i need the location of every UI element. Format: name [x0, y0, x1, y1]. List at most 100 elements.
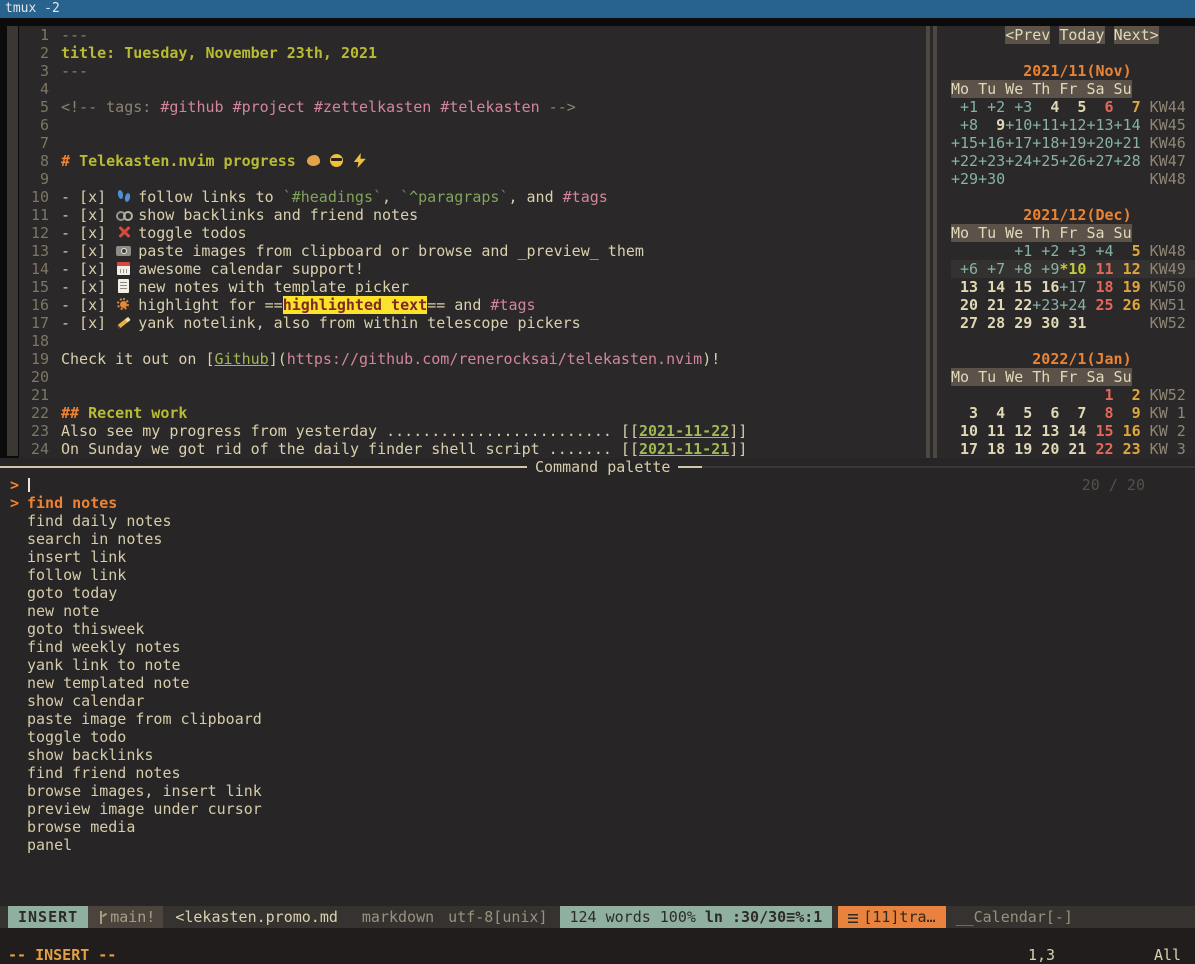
palette-item[interactable]: insert link — [0, 548, 1195, 566]
calendar-day[interactable]: 29 — [1005, 314, 1032, 332]
calendar-day[interactable]: +14 — [1114, 116, 1141, 134]
calendar-day[interactable]: +12 — [1059, 116, 1086, 134]
calendar-day[interactable]: +29 — [951, 170, 978, 188]
calendar-day[interactable]: +11 — [1032, 116, 1059, 134]
window-separator[interactable] — [926, 26, 930, 458]
calendar-day[interactable]: 31 — [1059, 314, 1086, 332]
calendar-day[interactable]: +2 — [1032, 242, 1059, 260]
calendar-day[interactable]: 5 — [1059, 98, 1086, 116]
calendar-day[interactable]: +4 — [1086, 242, 1113, 260]
calendar-today-button[interactable]: Today — [1059, 26, 1104, 44]
palette-item[interactable]: search in notes — [0, 530, 1195, 548]
palette-item[interactable]: preview image under cursor — [0, 800, 1195, 818]
scrollbar[interactable] — [7, 26, 18, 456]
calendar-day[interactable]: +21 — [1114, 134, 1141, 152]
calendar-day[interactable]: 16 — [1114, 422, 1141, 440]
calendar-day[interactable]: 27 — [951, 314, 978, 332]
palette-item[interactable]: new templated note — [0, 674, 1195, 692]
palette-item[interactable]: show backlinks — [0, 746, 1195, 764]
calendar-day[interactable]: +28 — [1114, 152, 1141, 170]
palette-item[interactable]: goto today — [0, 584, 1195, 602]
calendar-day[interactable]: 6 — [1086, 98, 1113, 116]
calendar-day[interactable]: +3 — [1059, 242, 1086, 260]
calendar-next-button[interactable]: Next> — [1114, 26, 1159, 44]
calendar-day[interactable]: 16 — [1032, 278, 1059, 296]
calendar-day[interactable]: 4 — [978, 404, 1005, 422]
calendar-day[interactable]: 20 — [1032, 440, 1059, 458]
calendar-day[interactable]: +23 — [1032, 296, 1059, 314]
calendar-day[interactable]: 19 — [1005, 440, 1032, 458]
calendar-day[interactable]: +17 — [1059, 278, 1086, 296]
palette-item[interactable]: panel — [0, 836, 1195, 854]
calendar-day[interactable]: 9 — [1114, 404, 1141, 422]
calendar-day[interactable]: +18 — [1032, 134, 1059, 152]
calendar-day[interactable]: 13 — [1032, 422, 1059, 440]
calendar-day[interactable]: +24 — [1059, 296, 1086, 314]
calendar-day[interactable]: 25 — [1086, 296, 1113, 314]
calendar-day[interactable]: +17 — [1005, 134, 1032, 152]
palette-item[interactable]: >find notes — [0, 494, 1195, 512]
calendar-day[interactable]: 1 — [1086, 386, 1113, 404]
calendar-day[interactable]: +16 — [978, 134, 1005, 152]
calendar-day[interactable]: 30 — [1032, 314, 1059, 332]
window-separator[interactable] — [933, 26, 937, 458]
calendar-day[interactable]: 15 — [1086, 422, 1113, 440]
calendar-day[interactable]: 10 — [951, 422, 978, 440]
palette-item[interactable]: show calendar — [0, 692, 1195, 710]
calendar-day[interactable]: +7 — [978, 260, 1005, 278]
calendar-day[interactable]: 3 — [951, 404, 978, 422]
palette-item[interactable]: find weekly notes — [0, 638, 1195, 656]
palette-item[interactable]: find daily notes — [0, 512, 1195, 530]
calendar-day[interactable]: 9 — [978, 116, 1005, 134]
calendar-day[interactable]: +6 — [951, 260, 978, 278]
calendar-day[interactable]: 21 — [1059, 440, 1086, 458]
command-line[interactable]: :lua require('telekasten').panel() — [0, 928, 1195, 946]
calendar-day[interactable]: +23 — [978, 152, 1005, 170]
palette-item[interactable]: new note — [0, 602, 1195, 620]
calendar-day[interactable]: +1 — [1005, 242, 1032, 260]
palette-item[interactable]: yank link to note — [0, 656, 1195, 674]
calendar-day[interactable]: +25 — [1032, 152, 1059, 170]
calendar-prev-button[interactable]: <Prev — [1005, 26, 1050, 44]
palette-item[interactable]: goto thisweek — [0, 620, 1195, 638]
calendar-day[interactable]: 14 — [978, 278, 1005, 296]
calendar-day[interactable]: +30 — [978, 170, 1005, 188]
calendar-day[interactable]: +2 — [978, 98, 1005, 116]
palette-item[interactable]: toggle todo — [0, 728, 1195, 746]
calendar-day[interactable]: 14 — [1059, 422, 1086, 440]
calendar-day[interactable]: 8 — [1086, 404, 1113, 422]
calendar-day[interactable]: +27 — [1086, 152, 1113, 170]
calendar-day[interactable]: +8 — [951, 116, 978, 134]
calendar-day[interactable]: +10 — [1005, 116, 1032, 134]
calendar-day[interactable]: +19 — [1059, 134, 1086, 152]
calendar-day[interactable]: 28 — [978, 314, 1005, 332]
calendar-day[interactable]: +8 — [1005, 260, 1032, 278]
calendar-pane[interactable]: <Prev Today Next> 2021/11(Nov)Mo Tu We T… — [940, 26, 1195, 458]
calendar-day[interactable]: +3 — [1005, 98, 1032, 116]
calendar-day[interactable]: 7 — [1114, 98, 1141, 116]
palette-item[interactable]: find friend notes — [0, 764, 1195, 782]
calendar-day[interactable]: 5 — [1005, 404, 1032, 422]
calendar-day[interactable]: 2 — [1114, 386, 1141, 404]
calendar-day[interactable]: +24 — [1005, 152, 1032, 170]
calendar-day[interactable]: +15 — [951, 134, 978, 152]
palette-prompt-input[interactable]: > 20 / 20 — [0, 476, 1195, 494]
calendar-day[interactable]: 21 — [978, 296, 1005, 314]
calendar-day[interactable]: 15 — [1005, 278, 1032, 296]
calendar-day[interactable]: +26 — [1059, 152, 1086, 170]
calendar-day[interactable]: 12 — [1005, 422, 1032, 440]
calendar-day[interactable]: 13 — [951, 278, 978, 296]
palette-item[interactable]: browse media — [0, 818, 1195, 836]
calendar-day[interactable]: 18 — [1086, 278, 1113, 296]
calendar-day[interactable]: 11 — [1086, 260, 1113, 278]
calendar-day[interactable]: 22 — [1005, 296, 1032, 314]
calendar-day[interactable]: 26 — [1114, 296, 1141, 314]
calendar-day[interactable]: 22 — [1086, 440, 1113, 458]
calendar-day[interactable]: 12 — [1114, 260, 1141, 278]
calendar-day[interactable]: +22 — [951, 152, 978, 170]
palette-item[interactable]: paste image from clipboard — [0, 710, 1195, 728]
calendar-day[interactable]: +13 — [1086, 116, 1113, 134]
calendar-day[interactable]: *10 — [1059, 260, 1086, 278]
calendar-day[interactable]: 6 — [1032, 404, 1059, 422]
calendar-day[interactable]: 19 — [1114, 278, 1141, 296]
